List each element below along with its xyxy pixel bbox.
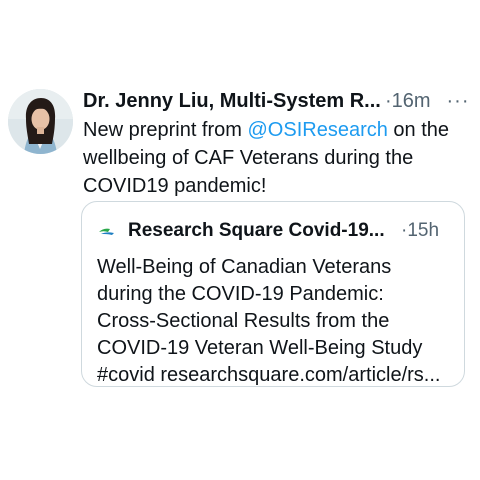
tweet-text-line: COVID19 pandemic! (83, 175, 267, 197)
tweet-text: New preprint from @OSIResearch on the we… (83, 116, 463, 200)
quoted-tweet-text: Well-Being of Canadian Veterans during t… (97, 254, 457, 389)
quoted-text-line: Well-Being of Canadian Veterans (97, 256, 392, 278)
research-square-logo-icon (96, 220, 118, 242)
tweet-text-line: wellbeing of CAF Veterans during the (83, 147, 414, 169)
tweet-text-part: New preprint from (83, 119, 248, 141)
tweet-timestamp[interactable]: ·16m (385, 86, 431, 116)
more-options-icon[interactable]: ··· (442, 86, 474, 116)
quoted-text-line: Cross-Sectional Results from the (97, 310, 390, 332)
quoted-author-name[interactable]: Research Square Covid-19... (128, 216, 385, 246)
quoted-tweet-card[interactable]: Research Square Covid-19... ·15h Well-Be… (81, 201, 465, 387)
tweet-text-part: on the (387, 119, 450, 141)
quoted-text-line: COVID-19 Veteran Well-Being Study (97, 337, 423, 359)
mention-link[interactable]: @OSIResearch (248, 119, 388, 141)
quoted-text-line: during the COVID-19 Pandemic: (97, 283, 384, 305)
author-avatar[interactable] (8, 89, 73, 154)
author-name[interactable]: Dr. Jenny Liu, Multi-System R... (83, 86, 381, 116)
quoted-text-line: #covid researchsquare.com/article/rs... (97, 364, 441, 386)
author-avatar-image (8, 89, 73, 154)
quoted-timestamp[interactable]: ·15h (401, 216, 439, 246)
tweet-header: Dr. Jenny Liu, Multi-System R... ·16m ··… (83, 86, 475, 116)
quoted-tweet-header: Research Square Covid-19... ·15h (128, 216, 458, 246)
